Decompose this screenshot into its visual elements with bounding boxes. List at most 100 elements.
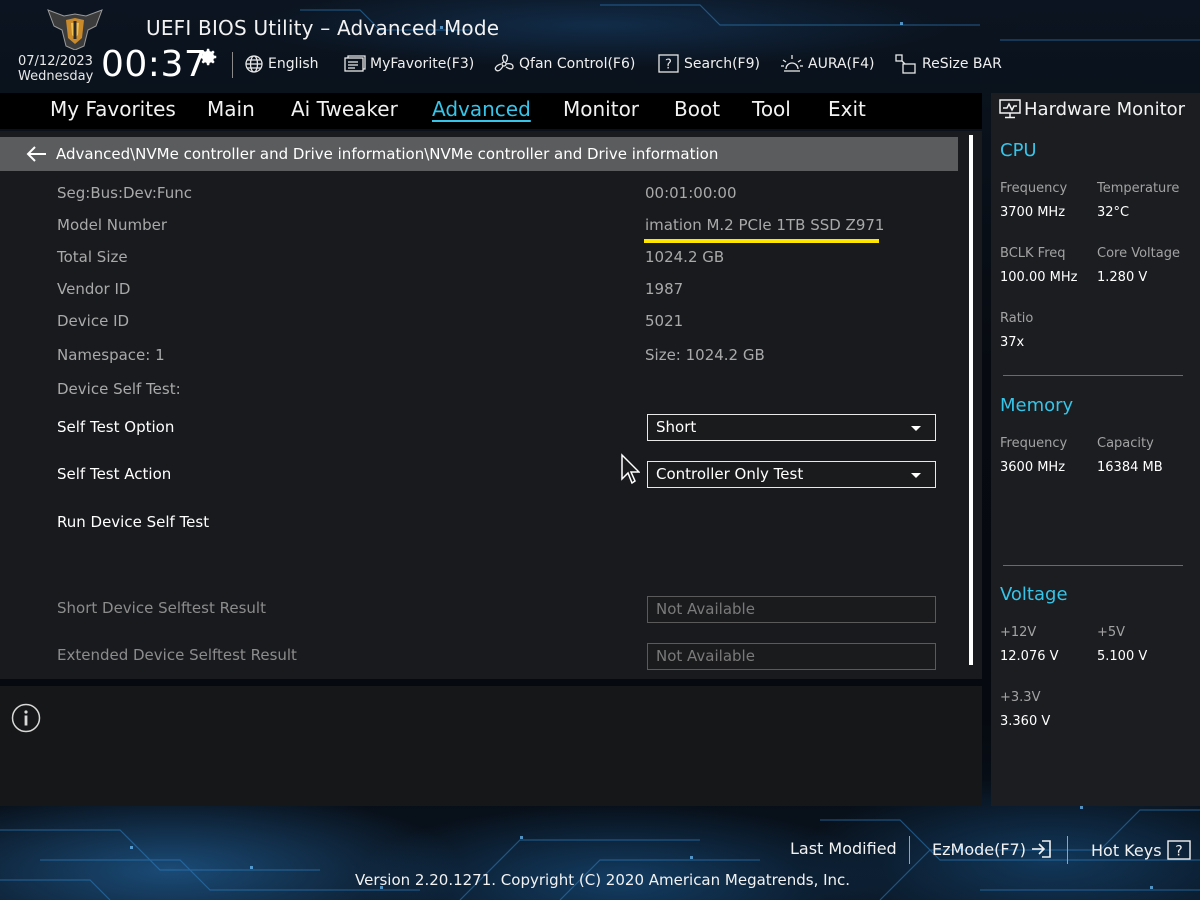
vendor-id-label: Vendor ID bbox=[57, 280, 131, 298]
favorite-icon bbox=[344, 55, 366, 72]
fan-icon bbox=[494, 54, 514, 72]
voltage-12v-value: 12.076 V bbox=[1000, 649, 1059, 664]
clock-time: 00:37 bbox=[101, 44, 208, 85]
resize-bar-icon bbox=[895, 54, 916, 74]
cpu-temperature-value: 32°C bbox=[1097, 205, 1130, 220]
device-id-value: 5021 bbox=[645, 312, 684, 330]
globe-icon bbox=[245, 55, 263, 73]
app-title: UEFI BIOS Utility – Advanced Mode bbox=[146, 16, 500, 40]
self-test-option-value: Short bbox=[656, 418, 697, 436]
ratio-label: Ratio bbox=[1000, 311, 1034, 326]
vendor-id-value: 1987 bbox=[645, 280, 684, 298]
self-test-option-select[interactable]: Short bbox=[647, 414, 936, 441]
myfavorite-label: MyFavorite(F3) bbox=[370, 56, 475, 72]
last-modified-button[interactable]: Last Modified bbox=[790, 839, 897, 858]
model-number-highlight bbox=[644, 239, 879, 243]
exit-arrow-icon bbox=[1031, 840, 1051, 858]
cpu-heading: CPU bbox=[1000, 140, 1037, 161]
aura-label: AURA(F4) bbox=[808, 56, 875, 72]
tab-my-favorites[interactable]: My Favorites bbox=[50, 97, 176, 121]
ezmode-button[interactable]: EzMode(F7) bbox=[932, 839, 1052, 859]
svg-text:?: ? bbox=[1175, 844, 1182, 860]
ezmode-label: EzMode(F7) bbox=[932, 839, 1026, 859]
cpu-frequency-label: Frequency bbox=[1000, 181, 1068, 196]
seg-bus-dev-func-label: Seg:Bus:Dev:Func bbox=[57, 184, 192, 202]
model-number-value: imation M.2 PCIe 1TB SSD Z971 bbox=[645, 216, 885, 234]
tab-ai-tweaker[interactable]: Ai Tweaker bbox=[291, 97, 398, 121]
version-copyright: Version 2.20.1271. Copyright (C) 2020 Am… bbox=[355, 871, 851, 889]
toolbar-separator bbox=[232, 52, 233, 78]
resize-bar-label: ReSize BAR bbox=[922, 56, 1002, 72]
hot-keys-button[interactable]: Hot Keys ? bbox=[1091, 839, 1192, 861]
tab-boot[interactable]: Boot bbox=[674, 97, 720, 121]
self-test-action-value: Controller Only Test bbox=[656, 465, 804, 483]
cpu-temperature-label: Temperature bbox=[1097, 181, 1180, 196]
tab-monitor[interactable]: Monitor bbox=[563, 97, 639, 121]
bclk-freq-value: 100.00 MHz bbox=[1000, 270, 1078, 285]
memory-frequency-label: Frequency bbox=[1000, 436, 1068, 451]
ratio-value: 37x bbox=[1000, 335, 1025, 350]
breadcrumb-path: Advanced\NVMe controller and Drive infor… bbox=[56, 145, 719, 163]
resize-bar-button[interactable]: ReSize BAR bbox=[894, 52, 1002, 76]
chevron-down-icon bbox=[911, 473, 921, 478]
date-text: 07/12/2023 bbox=[18, 54, 93, 69]
voltage-3v3-label: +3.3V bbox=[1000, 690, 1041, 705]
mouse-cursor-icon bbox=[621, 453, 640, 485]
info-icon bbox=[11, 703, 41, 733]
cpu-frequency-value: 3700 MHz bbox=[1000, 205, 1066, 220]
self-test-action-select[interactable]: Controller Only Test bbox=[647, 461, 936, 488]
short-selftest-result-label: Short Device Selftest Result bbox=[57, 599, 266, 617]
language-button[interactable]: English bbox=[244, 52, 319, 76]
namespace-size-value: Size: 1024.2 GB bbox=[645, 346, 765, 364]
myfavorite-button[interactable]: MyFavorite(F3) bbox=[344, 52, 474, 76]
qfan-control-button[interactable]: Qfan Control(F6) bbox=[493, 52, 635, 76]
voltage-5v-label: +5V bbox=[1097, 625, 1126, 640]
language-label: English bbox=[268, 56, 319, 72]
scrollbar[interactable] bbox=[969, 135, 973, 665]
question-mark-icon: ? bbox=[1166, 840, 1191, 860]
memory-frequency-value: 3600 MHz bbox=[1000, 460, 1066, 475]
memory-capacity-value: 16384 MB bbox=[1097, 460, 1163, 475]
date-display: 07/12/2023 Wednesday bbox=[18, 54, 93, 84]
bclk-freq-label: BCLK Freq bbox=[1000, 246, 1066, 261]
voltage-5v-value: 5.100 V bbox=[1097, 649, 1148, 664]
chevron-down-icon bbox=[911, 426, 921, 431]
last-modified-label: Last Modified bbox=[790, 839, 897, 858]
core-voltage-label: Core Voltage bbox=[1097, 246, 1180, 261]
tuf-gaming-logo bbox=[47, 9, 103, 50]
total-size-value: 1024.2 GB bbox=[645, 248, 725, 266]
short-selftest-result-field: Not Available bbox=[647, 596, 936, 623]
voltage-heading: Voltage bbox=[1000, 584, 1068, 605]
search-help-icon: ? bbox=[658, 54, 679, 73]
voltage-12v-label: +12V bbox=[1000, 625, 1037, 640]
svg-text:?: ? bbox=[665, 58, 672, 73]
weekday-text: Wednesday bbox=[18, 69, 94, 84]
search-label: Search(F9) bbox=[684, 56, 760, 72]
help-description-panel bbox=[0, 686, 982, 806]
monitor-icon bbox=[999, 99, 1021, 119]
namespace-label: Namespace: 1 bbox=[57, 346, 165, 364]
memory-heading: Memory bbox=[1000, 395, 1074, 416]
memory-capacity-label: Capacity bbox=[1097, 436, 1154, 451]
memory-voltage-divider bbox=[1003, 565, 1183, 566]
search-button[interactable]: ? Search(F9) bbox=[658, 52, 760, 76]
total-size-label: Total Size bbox=[57, 248, 128, 266]
seg-bus-dev-func-value: 00:01:00:00 bbox=[645, 184, 737, 202]
cpu-memory-divider bbox=[1003, 375, 1183, 376]
footer-separator bbox=[1067, 836, 1068, 864]
footer-separator bbox=[909, 836, 910, 864]
hardware-monitor-title: Hardware Monitor bbox=[1024, 99, 1186, 120]
tab-main[interactable]: Main bbox=[207, 97, 255, 121]
tab-tool[interactable]: Tool bbox=[752, 97, 791, 121]
voltage-3v3-value: 3.360 V bbox=[1000, 714, 1051, 729]
run-device-self-test-button[interactable]: Run Device Self Test bbox=[57, 513, 209, 531]
qfan-control-label: Qfan Control(F6) bbox=[519, 56, 636, 72]
gear-icon[interactable] bbox=[197, 46, 219, 68]
tab-exit[interactable]: Exit bbox=[828, 97, 866, 121]
back-arrow-icon[interactable] bbox=[26, 146, 48, 162]
tab-advanced[interactable]: Advanced bbox=[432, 97, 531, 121]
aura-light-icon bbox=[781, 55, 803, 72]
aura-button[interactable]: AURA(F4) bbox=[780, 52, 874, 76]
model-number-label: Model Number bbox=[57, 216, 168, 234]
device-id-label: Device ID bbox=[57, 312, 130, 330]
